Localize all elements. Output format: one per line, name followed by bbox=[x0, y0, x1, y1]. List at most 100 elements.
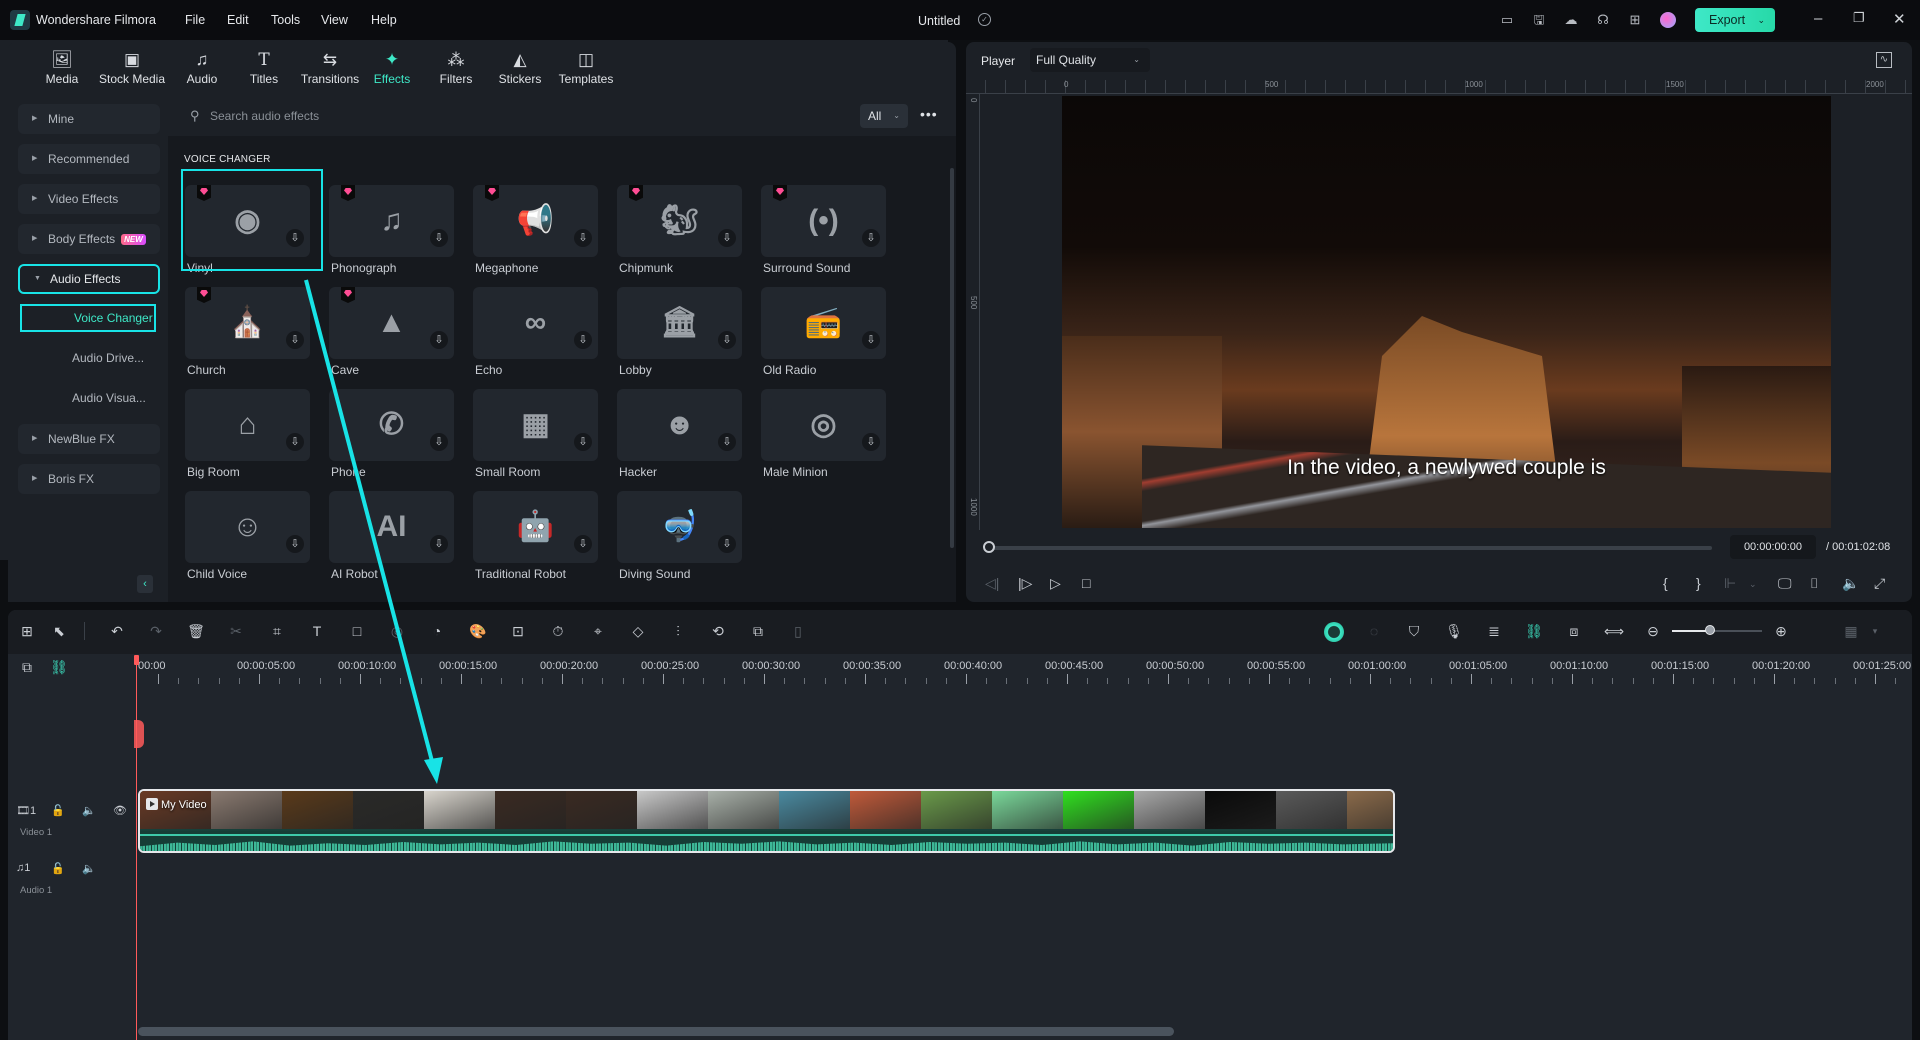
download-icon[interactable]: ⇩ bbox=[574, 331, 592, 349]
effect-card[interactable]: 🏛 ⇩ Lobby bbox=[617, 287, 742, 387]
tab-transitions[interactable]: ⇆ Transitions bbox=[292, 42, 368, 96]
redo-icon[interactable]: ↷ bbox=[147, 622, 165, 640]
scope-waveform-icon[interactable]: ∿ bbox=[1876, 52, 1892, 68]
playback-scrubber[interactable] bbox=[990, 546, 1712, 550]
download-icon[interactable]: ⇩ bbox=[430, 229, 448, 247]
tab-media[interactable]: 🖼 Media bbox=[32, 42, 92, 96]
play-step-icon[interactable]: |▷ bbox=[1018, 575, 1032, 592]
download-icon[interactable]: ⇩ bbox=[574, 229, 592, 247]
current-time[interactable]: 00:00:00:00 bbox=[1730, 535, 1816, 559]
sidebar-item-recommended[interactable]: ▶ Recommended bbox=[18, 144, 160, 174]
render-preview-icon[interactable]: ◌ bbox=[1365, 622, 1383, 640]
effect-card[interactable]: ◉ ⇩ Vinyl bbox=[185, 185, 310, 285]
translate-icon[interactable]: ⧉ bbox=[749, 622, 767, 640]
effect-card[interactable]: ✆ ⇩ Phone bbox=[329, 389, 454, 489]
microphone-icon[interactable]: 🎙 bbox=[1445, 622, 1463, 640]
menu-file[interactable]: File bbox=[185, 13, 205, 27]
tab-stickers[interactable]: ◭ Stickers bbox=[490, 42, 550, 96]
effect-card[interactable]: (•) ⇩ Surround Sound bbox=[761, 185, 886, 285]
tab-effects[interactable]: ✦ Effects bbox=[362, 42, 422, 96]
tab-templates[interactable]: ◫ Templates bbox=[552, 42, 620, 96]
download-icon[interactable]: ⇩ bbox=[286, 535, 304, 553]
fullscreen-icon[interactable]: ⤢ bbox=[1874, 575, 1885, 592]
minimize-icon[interactable]: – bbox=[1814, 10, 1822, 27]
zoom-out-icon[interactable]: ⊖ bbox=[1644, 622, 1662, 640]
effect-card[interactable]: ⌂ ⇩ Big Room bbox=[185, 389, 310, 489]
effect-card[interactable]: ☻ ⇩ Hacker bbox=[617, 389, 742, 489]
mute-speaker-icon[interactable]: 🔈 bbox=[82, 862, 96, 875]
effect-card[interactable]: ☺ ⇩ Child Voice bbox=[185, 491, 310, 591]
tab-titles[interactable]: T Titles bbox=[234, 42, 294, 96]
effect-card[interactable]: ⛪ ⇩ Church bbox=[185, 287, 310, 387]
zoom-slider-handle[interactable] bbox=[1704, 625, 1715, 635]
play-icon[interactable]: ▷ bbox=[1050, 575, 1061, 592]
layout-icon[interactable]: ▭ bbox=[1499, 12, 1515, 28]
user-avatar[interactable] bbox=[1660, 12, 1676, 28]
fit-timeline-icon[interactable]: ⟺ bbox=[1604, 622, 1624, 640]
effect-card[interactable]: ▦ ⇩ Small Room bbox=[473, 389, 598, 489]
sidebar-item-newblue-fx[interactable]: ▶ NewBlue FX bbox=[18, 424, 160, 454]
sidebar-item-video-effects[interactable]: ▶ Video Effects bbox=[18, 184, 160, 214]
export-button[interactable]: Export ⌄ bbox=[1695, 8, 1775, 32]
sidebar-item-mine[interactable]: ▶ Mine bbox=[18, 104, 160, 134]
menu-edit[interactable]: Edit bbox=[227, 13, 249, 27]
add-track-icon[interactable]: ⧉ bbox=[18, 658, 36, 676]
timeline-horizontal-scrollbar[interactable] bbox=[138, 1027, 1174, 1036]
text-icon[interactable]: T bbox=[308, 622, 326, 640]
headset-support-icon[interactable]: ☊ bbox=[1595, 12, 1611, 28]
sidebar-subitem-audio-visualizer[interactable]: Audio Visua... bbox=[18, 384, 160, 412]
stop-icon[interactable]: □ bbox=[1082, 575, 1090, 591]
auto-sync-link-icon[interactable]: ⛓ bbox=[1525, 622, 1543, 640]
effect-card[interactable]: 📢 ⇩ Megaphone bbox=[473, 185, 598, 285]
download-icon[interactable]: ⇩ bbox=[718, 229, 736, 247]
effect-card[interactable]: AI ⇩ AI Robot bbox=[329, 491, 454, 591]
adjust-sliders-icon[interactable]: ⫶ bbox=[669, 622, 687, 640]
timer-icon[interactable]: ⏱ bbox=[549, 622, 567, 640]
speech-to-text-icon[interactable]: ⟲ bbox=[709, 622, 727, 640]
grid-apps-icon[interactable]: ⊞ bbox=[1627, 12, 1643, 28]
download-icon[interactable]: ⇩ bbox=[430, 433, 448, 451]
sidebar-subitem-voice-changer[interactable]: Voice Changer bbox=[20, 304, 156, 332]
effect-card[interactable]: 🤖 ⇩ Traditional Robot bbox=[473, 491, 598, 591]
effect-card[interactable]: ▲ ⇩ Cave bbox=[329, 287, 454, 387]
playhead[interactable] bbox=[136, 655, 137, 1040]
more-options-icon[interactable]: ••• bbox=[920, 106, 938, 122]
search-input[interactable] bbox=[210, 106, 810, 126]
delete-trash-icon[interactable]: 🗑 bbox=[187, 622, 205, 640]
lock-icon[interactable]: 🔓 bbox=[51, 862, 65, 875]
undo-icon[interactable]: ↶ bbox=[108, 622, 126, 640]
zoom-in-icon[interactable]: ⊕ bbox=[1772, 622, 1790, 640]
replace-clip-icon[interactable]: ⧈ bbox=[1565, 622, 1583, 640]
effect-card[interactable]: 🐿 ⇩ Chipmunk bbox=[617, 185, 742, 285]
volume-icon[interactable]: 🔈 bbox=[1842, 575, 1859, 592]
download-icon[interactable]: ⇩ bbox=[430, 331, 448, 349]
effect-card[interactable]: ♫ ⇩ Phonograph bbox=[329, 185, 454, 285]
visibility-eye-icon[interactable]: 👁 bbox=[113, 804, 127, 817]
mute-speaker-icon[interactable]: 🔈 bbox=[82, 804, 96, 817]
chevron-down-icon[interactable]: ▾ bbox=[1866, 622, 1884, 640]
sidebar-subitem-audio-drive[interactable]: Audio Drive... bbox=[18, 344, 160, 372]
freeze-frame-icon[interactable]: ▯ bbox=[789, 622, 807, 640]
scrubber-handle[interactable] bbox=[983, 541, 995, 553]
restore-icon[interactable]: ❐ bbox=[1853, 10, 1865, 26]
chevron-down-icon[interactable]: ⌄ bbox=[1749, 579, 1757, 590]
sidebar-item-body-effects[interactable]: ▶ Body Effects NEW bbox=[18, 224, 160, 254]
select-pointer-icon[interactable]: ⬉ bbox=[50, 622, 68, 640]
effect-card[interactable]: 📻 ⇩ Old Radio bbox=[761, 287, 886, 387]
previous-frame-icon[interactable]: ◁| bbox=[985, 575, 999, 592]
download-icon[interactable]: ⇩ bbox=[286, 433, 304, 451]
filter-dropdown[interactable]: All ⌄ bbox=[860, 104, 908, 128]
mark-in-icon[interactable]: { bbox=[1663, 575, 1668, 591]
download-icon[interactable]: ⇩ bbox=[718, 535, 736, 553]
tab-stock-media[interactable]: ▣ Stock Media bbox=[92, 42, 172, 96]
ai-copilot-icon[interactable] bbox=[1324, 622, 1344, 642]
marker-shield-icon[interactable]: ⛉ bbox=[1405, 622, 1423, 640]
insert-icon[interactable]: ⊩ bbox=[1724, 575, 1736, 592]
download-icon[interactable]: ⇩ bbox=[574, 433, 592, 451]
sidebar-item-boris-fx[interactable]: ▶ Boris FX bbox=[18, 464, 160, 494]
download-icon[interactable]: ⇩ bbox=[574, 535, 592, 553]
display-monitor-icon[interactable]: 🖵 bbox=[1778, 575, 1792, 592]
vertical-scrollbar[interactable] bbox=[950, 168, 954, 548]
menu-view[interactable]: View bbox=[321, 13, 348, 27]
menu-tools[interactable]: Tools bbox=[271, 13, 300, 27]
